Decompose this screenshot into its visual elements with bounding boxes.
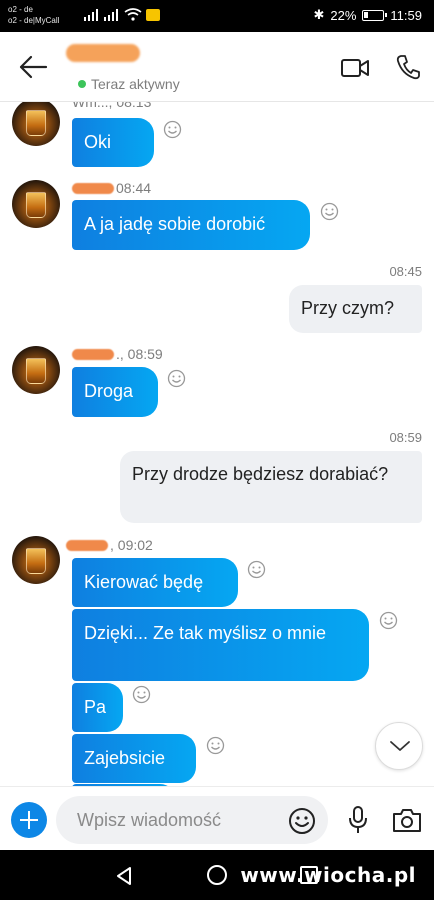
nav-back-icon[interactable] <box>114 866 134 886</box>
avatar[interactable] <box>12 180 60 228</box>
message-text: Oki <box>84 132 111 152</box>
sender-label: 08:44 <box>72 180 151 196</box>
plus-icon[interactable] <box>11 802 47 838</box>
microphone-icon[interactable] <box>346 805 370 835</box>
message-composer: Wpisz wiadomość <box>0 786 434 850</box>
message-bubble-outgoing[interactable]: Przy czym? <box>289 285 422 333</box>
message-text: A ja jadę sobie dorobić <box>84 214 266 234</box>
signal-icon <box>84 9 98 21</box>
message-bubble-incoming[interactable]: Kierować będę <box>72 558 238 607</box>
message-text: Przy drodze będziesz dorabiać? <box>132 464 389 484</box>
wifi-icon <box>124 8 142 21</box>
sender-label: ., 08:59 <box>72 346 163 362</box>
emoji-icon[interactable] <box>288 807 316 835</box>
carrier-info: o2 - de o2 - de|MyCall <box>8 4 59 26</box>
system-nav-bar: www.wiocha.pl <box>0 850 434 900</box>
battery-percent: 22% <box>330 7 357 23</box>
sender-label: Wm..., 08:13 <box>72 102 151 110</box>
scroll-to-bottom-button[interactable] <box>375 722 423 770</box>
online-dot-icon <box>78 80 86 88</box>
smiley-icon[interactable] <box>167 369 186 388</box>
smiley-icon[interactable] <box>320 202 339 221</box>
message-time: 08:45 <box>389 264 422 279</box>
presence-text: Teraz aktywny <box>91 76 180 92</box>
message-bubble-incoming[interactable]: Zajebsicie <box>72 734 196 783</box>
message-bubble-incoming[interactable]: Dzięki... Ze tak myślisz o mnie <box>72 609 369 681</box>
sender-name-redacted <box>72 182 114 194</box>
message-text: Przy czym? <box>301 298 395 318</box>
message-bubble-incoming[interactable]: Oki <box>72 118 154 167</box>
sender-time: 08:44 <box>116 180 152 196</box>
chat-header: Teraz aktywny <box>0 32 434 102</box>
sender-label: , 09:02 <box>66 537 153 553</box>
contact-name-redacted[interactable] <box>66 44 140 62</box>
sender-time: Wm..., 08:13 <box>72 102 152 110</box>
video-camera-icon[interactable] <box>340 56 370 80</box>
chevron-down-icon <box>390 741 410 751</box>
carrier-line-1: o2 - de <box>8 5 33 14</box>
carrier-line-2: o2 - de|MyCall <box>8 16 60 25</box>
message-text: Kierować będę <box>84 572 204 592</box>
message-bubble-outgoing[interactable]: Przy drodze będziesz dorabiać? <box>120 451 422 523</box>
message-bubble-incoming[interactable]: Droga <box>72 367 158 417</box>
message-list[interactable]: Wm..., 08:13 Oki 08:44 A ja jadę sobie d… <box>0 102 434 786</box>
message-input-placeholder: Wpisz wiadomość <box>77 810 222 830</box>
message-text: Dzięki... Ze tak myślisz o mnie <box>84 623 327 643</box>
message-bubble-incoming[interactable]: A ja jadę sobie dorobić <box>72 200 310 250</box>
clock: 11:59 <box>390 7 422 23</box>
message-text: Droga <box>84 381 134 401</box>
avatar[interactable] <box>12 102 60 146</box>
watermark: www.wiocha.pl <box>240 863 416 887</box>
sender-time: ., 08:59 <box>116 346 163 362</box>
phone-icon[interactable] <box>396 54 420 80</box>
message-text: Pa <box>84 697 107 717</box>
avatar[interactable] <box>12 536 60 584</box>
app-notification-icon <box>146 9 160 21</box>
back-arrow-icon[interactable] <box>18 54 48 80</box>
smiley-icon[interactable] <box>163 120 182 139</box>
bluetooth-icon: ✱ <box>313 7 325 22</box>
smiley-icon[interactable] <box>132 685 151 704</box>
battery-icon <box>362 9 388 21</box>
message-text: Zajebsicie <box>84 748 166 768</box>
status-bar: o2 - de o2 - de|MyCall ✱ 22% 11:59 <box>0 0 434 32</box>
sender-time: , 09:02 <box>110 537 153 553</box>
sender-name-redacted <box>72 348 114 360</box>
smiley-icon[interactable] <box>379 611 398 630</box>
smiley-icon[interactable] <box>247 560 266 579</box>
message-input[interactable]: Wpisz wiadomość <box>56 796 328 844</box>
status-right: ✱ 22% 11:59 <box>313 7 422 23</box>
smiley-icon[interactable] <box>206 736 225 755</box>
presence-status: Teraz aktywny <box>78 76 180 92</box>
camera-icon[interactable] <box>392 807 422 833</box>
signal-icon-2 <box>104 9 118 21</box>
avatar[interactable] <box>12 346 60 394</box>
message-bubble-incoming[interactable]: Pa <box>72 683 123 732</box>
message-time: 08:59 <box>389 430 422 445</box>
sender-name-redacted <box>66 539 108 551</box>
nav-home-icon[interactable] <box>207 865 227 885</box>
